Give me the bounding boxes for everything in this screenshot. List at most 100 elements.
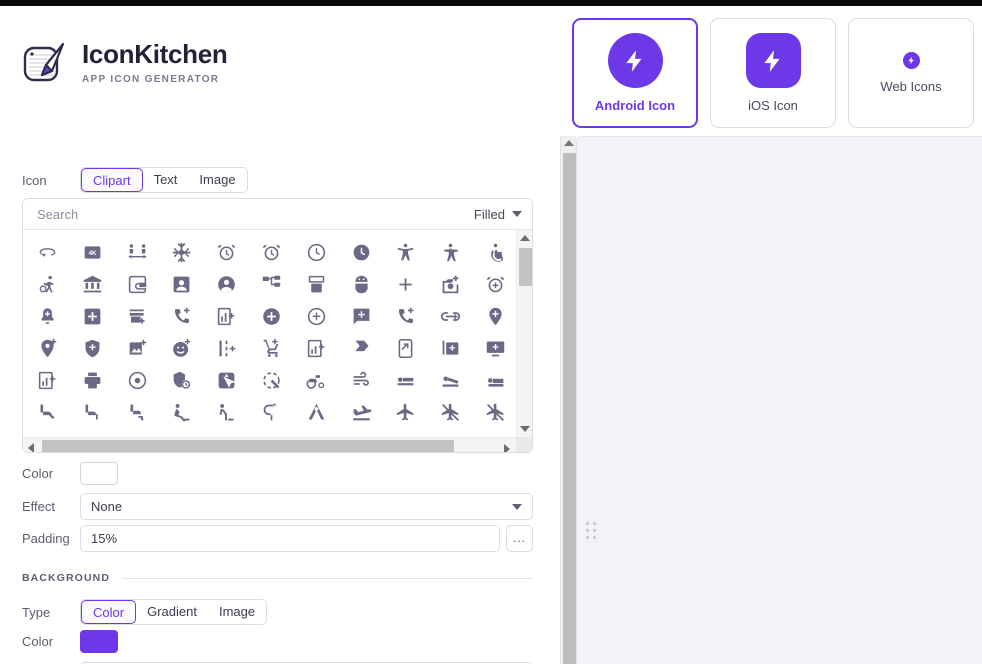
add-comment-icon[interactable] [351,306,372,327]
addchart-icon[interactable] [37,370,58,391]
preview-scroll-thumb[interactable] [563,153,576,664]
access-time-filled-icon[interactable] [351,242,372,263]
airline-seat-legroom-reduced-icon[interactable] [127,402,148,423]
airline-seat-flat-angled-icon[interactable] [440,370,461,391]
tab-clipart[interactable]: Clipart [81,168,143,192]
scroll-up-arrow-icon[interactable] [564,140,574,146]
clipart-icon-grid[interactable]: 4K [23,230,518,422]
airline-seat-recline-extra-icon[interactable] [171,402,192,423]
add-icon[interactable] [395,274,416,295]
icon-style-filter[interactable]: Filled [474,207,522,222]
account-circle-icon[interactable] [216,274,237,295]
ad-units-icon[interactable] [261,370,282,391]
add-photo-alternate-icon[interactable] [127,338,148,359]
adjust-icon[interactable] [127,370,148,391]
add-ic-call-outline-icon[interactable] [395,306,416,327]
accessible-forward-icon[interactable] [37,274,58,295]
add-box-icon[interactable] [82,306,103,327]
access-time-icon[interactable] [306,242,327,263]
add-to-queue-icon[interactable] [485,338,506,359]
drag-grip-icon[interactable] [586,522,596,540]
add-to-home-screen-icon[interactable] [395,338,416,359]
add-to-photos-icon[interactable] [440,338,461,359]
airline-seat-recline-normal-icon[interactable] [216,402,237,423]
airlines-icon[interactable] [306,402,327,423]
icon-type-segmented[interactable]: Clipart Text Image [80,167,248,193]
adb-icon[interactable] [351,274,372,295]
admin-panel-settings-icon[interactable] [171,370,192,391]
add-location-alt-icon[interactable] [37,338,58,359]
add-alarm-icon[interactable] [485,274,506,295]
icon-effect-select[interactable]: None [80,493,533,520]
background-type-segmented[interactable]: Color Gradient Image [80,599,268,625]
section-divider [122,577,533,579]
scroll-right-arrow-icon[interactable] [504,444,510,452]
scroll-up-arrow-icon[interactable] [520,235,530,241]
platform-card-android[interactable]: Android Icon [572,18,698,128]
airplanemode-inactive-icon[interactable] [440,402,461,423]
airline-seat-legroom-extra-icon[interactable] [37,402,58,423]
flight-land-icon[interactable] [351,402,372,423]
air-icon[interactable] [351,370,372,391]
flight-icon[interactable] [395,402,416,423]
icon-color-swatch[interactable] [80,462,118,485]
padding-more-options-button[interactable]: ... [506,525,533,552]
add-ic-call-icon[interactable] [171,306,192,327]
add-moderator-icon[interactable] [82,338,103,359]
add-shopping-cart-icon[interactable] [261,338,282,359]
scroll-down-arrow-icon[interactable] [520,426,530,432]
add-circle-outline-icon[interactable] [306,306,327,327]
platform-card-ios[interactable]: iOS Icon [710,18,836,128]
airline-seat-flat-icon[interactable] [395,370,416,391]
add-a-photo-icon[interactable] [440,274,461,295]
agriculture-icon[interactable] [306,370,327,391]
clipart-vertical-scrollbar[interactable] [516,230,532,437]
access-alarms-icon[interactable] [261,242,282,263]
airline-seat-legroom-normal-icon[interactable] [82,402,103,423]
add-reaction-icon[interactable] [171,338,192,359]
ac-unit-icon[interactable] [171,242,192,263]
add-to-drive-icon[interactable] [351,338,372,359]
bg-type-color[interactable]: Color [81,600,137,624]
tab-text[interactable]: Text [142,168,189,192]
accessibility-new-icon[interactable] [440,242,461,263]
add-location-icon[interactable] [485,306,506,327]
ads-click-icon[interactable] [216,370,237,391]
background-color-label: Color [22,634,54,649]
scroll-left-arrow-icon[interactable] [28,443,34,452]
accessibility-icon[interactable] [395,242,416,263]
icon-padding-input[interactable]: 15% [80,525,500,552]
airline-stops-icon[interactable] [261,402,282,423]
bg-type-image[interactable]: Image [207,600,267,624]
clipart-horizontal-scrollbar[interactable] [23,437,518,452]
add-chart-icon[interactable] [216,306,237,327]
airplanemode-off-icon[interactable] [485,402,506,423]
add-road-icon[interactable] [216,338,237,359]
add-alert-icon[interactable] [37,306,58,327]
360-icon[interactable] [37,242,58,263]
account-tree-icon[interactable] [261,274,282,295]
6-ft-apart-icon[interactable] [127,242,148,263]
4k-icon[interactable]: 4K [82,242,103,263]
add-chart-outline-icon[interactable] [306,338,327,359]
account-balance-icon[interactable] [82,274,103,295]
adf-scanner-icon[interactable] [306,274,327,295]
platform-card-web[interactable]: Web Icons [848,18,974,128]
tab-image[interactable]: Image [188,168,247,192]
print-icon[interactable] [82,370,103,391]
accessible-icon[interactable] [485,242,506,263]
airline-seat-individual-suite-icon[interactable] [485,370,506,391]
add-circle-icon[interactable] [261,306,282,327]
vertical-scroll-thumb[interactable] [519,248,532,286]
add-business-icon[interactable] [127,306,148,327]
background-color-row: Color [22,630,118,653]
bg-type-gradient[interactable]: Gradient [136,600,208,624]
account-balance-wallet-icon[interactable] [127,274,148,295]
preview-vertical-scrollbar[interactable] [560,136,576,664]
access-alarm-icon[interactable] [216,242,237,263]
add-link-icon[interactable] [440,306,461,327]
account-box-icon[interactable] [171,274,192,295]
horizontal-scroll-thumb[interactable] [42,440,454,452]
search-input[interactable] [35,205,365,223]
background-color-swatch[interactable] [80,630,118,653]
